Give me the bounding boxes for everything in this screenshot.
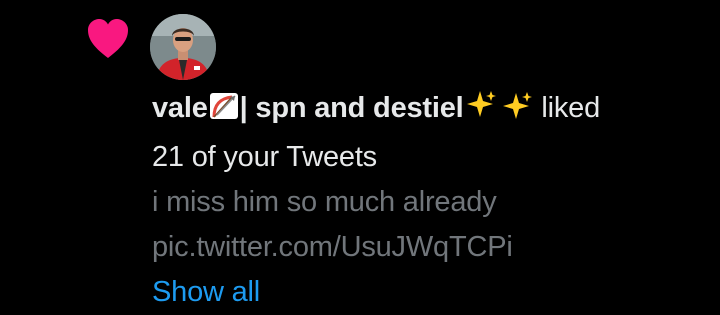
liked-line: vale | spn and destiel liked <box>152 86 712 135</box>
liked-count: 21 of your Tweets <box>152 141 377 173</box>
avatar-photo <box>150 14 216 80</box>
user-name-link[interactable]: vale | spn and destiel <box>152 91 534 124</box>
sparkles-emoji <box>464 89 534 135</box>
notification-body: vale | spn and destiel liked 21 of your … <box>152 86 712 315</box>
show-all-link[interactable]: Show all <box>152 270 712 315</box>
heart-icon <box>88 19 128 58</box>
user-name-part1: vale <box>152 92 208 124</box>
bow-and-arrow-emoji <box>208 90 240 135</box>
tweet-text: i miss him so much already <box>152 186 497 218</box>
action-text: liked <box>541 92 601 124</box>
like-notification[interactable]: vale | spn and destiel liked 21 of your … <box>0 0 720 314</box>
user-name-part2: | spn and destiel <box>239 92 464 124</box>
user-avatar[interactable] <box>150 14 216 80</box>
tweet-link[interactable]: pic.twitter.com/UsuJWqTCPi <box>152 225 712 270</box>
